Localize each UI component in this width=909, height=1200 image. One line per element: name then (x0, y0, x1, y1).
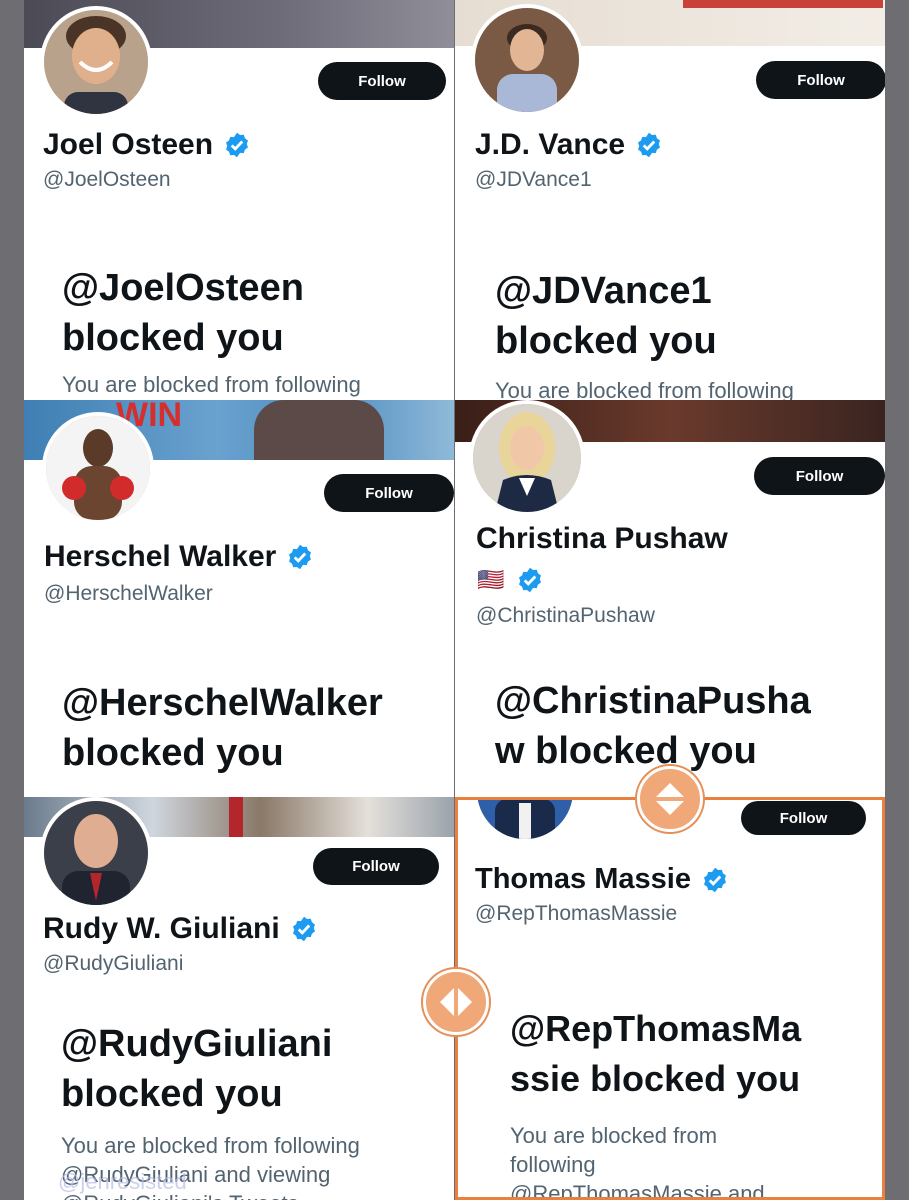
display-name: Joel Osteen (43, 128, 214, 161)
profile-tile-rudy-giuliani: Follow Rudy W. Giuliani @RudyGiuliani @R… (24, 797, 454, 1200)
flag-and-badge: 🇺🇸 (477, 566, 544, 594)
profile-handle: @RepThomasMassie (475, 902, 678, 925)
avatar-photo (473, 404, 581, 512)
profile-handle: @JDVance1 (475, 168, 592, 191)
avatar[interactable] (42, 412, 154, 524)
profile-tile-christina-pushaw: Follow Christina Pushaw 🇺🇸 @ChristinaPus… (455, 400, 885, 797)
profile-name: Herschel Walker (44, 540, 314, 574)
verified-badge-icon (292, 916, 315, 942)
display-name: Thomas Massie (475, 863, 691, 895)
avatar-photo (44, 10, 148, 114)
avatar-photo (475, 8, 579, 112)
profile-tile-thomas-massie: Follow Thomas Massie @RepThomasMassie @R… (455, 797, 885, 1200)
blocked-message-text: You are blocked from following (495, 378, 794, 400)
avatar[interactable] (471, 4, 583, 116)
profile-name: Christina Pushaw (476, 522, 728, 556)
banner-graphic (229, 797, 243, 837)
us-flag-icon: 🇺🇸 (477, 567, 505, 592)
profile-name: J.D. Vance (475, 128, 663, 162)
avatar[interactable] (40, 797, 152, 909)
display-name: Rudy W. Giuliani (43, 912, 280, 945)
banner-graphic (683, 0, 883, 8)
verified-badge-icon (519, 567, 542, 593)
profile-tile-jd-vance: Follow J.D. Vance @JDVance1 @JDVance1 bl… (455, 0, 885, 400)
blocked-message-title: @RudyGiuliani blocked you (61, 1023, 333, 1115)
verified-badge-icon (638, 132, 661, 158)
follow-button[interactable]: Follow (324, 474, 454, 512)
follow-button[interactable]: Follow (318, 62, 446, 100)
blocked-message-title: @ChristinaPusha w blocked you (495, 680, 811, 772)
blocked-message-text: You are blocked from following @RepThoma… (510, 1123, 765, 1200)
blocked-message-title: @RepThomasMa ssie blocked you (510, 1008, 802, 1099)
profile-handle: @HerschelWalker (44, 582, 213, 605)
horizontal-resize-handle[interactable] (423, 969, 489, 1035)
profile-handle: @ChristinaPushaw (476, 604, 655, 627)
verified-badge-icon (289, 544, 312, 570)
blocked-message-title: @JDVance1 blocked you (495, 270, 717, 362)
avatar[interactable] (40, 6, 152, 118)
watermark: @jenresisted (58, 1169, 187, 1194)
up-down-arrows-icon (656, 783, 684, 815)
blocked-message-title: @JoelOsteen blocked you (62, 267, 304, 359)
verified-badge-icon (704, 867, 726, 892)
display-name: Christina Pushaw (476, 522, 728, 555)
profile-name: Joel Osteen (43, 128, 251, 162)
avatar[interactable] (473, 797, 577, 843)
verified-badge-icon (226, 132, 249, 158)
blocked-message-title: @HerschelWalker blocked you (62, 682, 383, 774)
profile-name: Rudy W. Giuliani (43, 912, 318, 946)
profile-handle: @JoelOsteen (43, 168, 171, 191)
follow-button[interactable]: Follow (754, 457, 885, 495)
avatar[interactable] (469, 400, 585, 516)
banner-person (254, 400, 384, 460)
display-name: J.D. Vance (475, 128, 626, 161)
avatar-photo (44, 801, 148, 905)
profile-handle: @RudyGiuliani (43, 952, 184, 975)
profile-tile-herschel-walker: WIN Follow Herschel Walker @HerschelWalk… (24, 400, 454, 797)
blocked-message-text: You are blocked from following (62, 372, 361, 397)
vertical-resize-handle[interactable] (637, 766, 703, 832)
avatar-photo (477, 797, 573, 839)
profile-tile-joel-osteen: Follow Joel Osteen @JoelOsteen @JoelOste… (24, 0, 454, 400)
follow-button[interactable]: Follow (741, 801, 866, 835)
profile-name: Thomas Massie (475, 863, 729, 896)
follow-button[interactable]: Follow (313, 848, 439, 885)
left-right-arrows-icon (440, 988, 472, 1016)
follow-button[interactable]: Follow (756, 61, 885, 99)
avatar-photo (46, 416, 150, 520)
display-name: Herschel Walker (44, 540, 277, 573)
